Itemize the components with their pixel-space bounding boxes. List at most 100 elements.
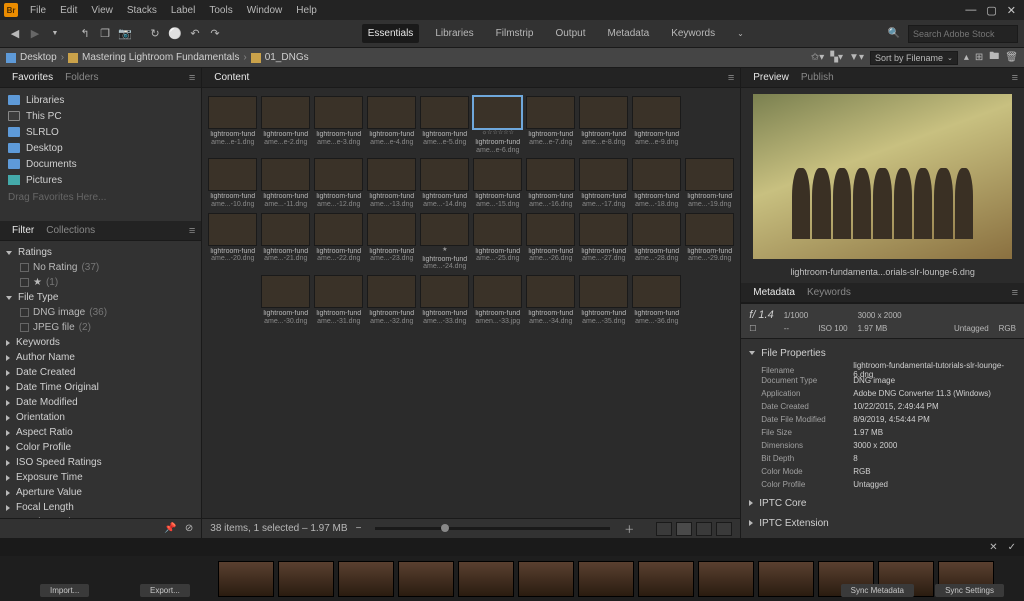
crumb-project[interactable]: Mastering Lightroom Fundamentals [82,52,239,63]
tab-collections[interactable]: Collections [40,223,101,238]
filter-recent-icon[interactable]: ▚▾ [830,52,843,63]
close-button[interactable]: ✕ [1007,4,1016,17]
tab-folders[interactable]: Folders [59,70,104,85]
thumbnail[interactable]: lightroom-fundame...-18.dng [632,158,681,208]
metadata-row[interactable]: Date Created10/22/2015, 2:49:44 PM [749,400,1016,413]
thumbnail[interactable]: lightroom-fundame...-14.dng [420,158,469,208]
favorite-item[interactable]: Libraries [6,92,195,108]
search-input[interactable] [908,25,1018,43]
thumbnail[interactable]: lightroom-fundame...-11.dng [261,158,310,208]
metadata-row[interactable]: File Size1.97 MB [749,426,1016,439]
thumbnail[interactable]: lightroom-fundamen...-33.jpg [473,275,522,325]
path-bar[interactable]: Desktop › Mastering Lightroom Fundamenta… [0,48,1024,68]
workspace-output[interactable]: Output [549,24,591,43]
thumbnail[interactable]: lightroom-fundame...-28.dng [632,213,681,271]
crumb-desktop[interactable]: Desktop [20,52,57,63]
filter-rating-icon[interactable]: ✩▾ [811,52,824,63]
filter-section-header[interactable]: Orientation [6,410,195,425]
sort-asc-icon[interactable]: ▴ [964,52,969,63]
filmstrip[interactable]: Import... Export... Sync Metadata Sync S… [0,556,1024,601]
thumbnail[interactable]: lightroom-fundame...e-9.dng [632,96,681,154]
filter-item[interactable]: JPEG file (2) [6,320,195,335]
thumbnail[interactable]: lightroom-fundame...-35.dng [579,275,628,325]
sync-settings-button[interactable]: Sync Settings [935,584,1004,597]
apply-icon[interactable]: ✓ [1008,542,1016,553]
thumbnail[interactable]: lightroom-fundame...-31.dng [314,275,363,325]
nav-back-button[interactable]: ◀ [6,25,24,43]
sort-dropdown[interactable]: Sort by Filename⌄ [870,51,958,65]
panel-menu-icon[interactable]: ≡ [189,72,195,84]
thumbnail[interactable]: lightroom-fundame...-34.dng [526,275,575,325]
filter-section-header[interactable]: Color Profile [6,440,195,455]
thumbnail[interactable]: lightroom-fundame...e-5.dng [420,96,469,154]
metadata-row[interactable]: Bit Depth8 [749,452,1016,465]
tab-favorites[interactable]: Favorites [6,70,59,85]
crumb-current[interactable]: 01_DNGs [265,52,309,63]
panel-menu-icon[interactable]: ≡ [1012,287,1018,299]
main-menu[interactable]: Br File Edit View Stacks Label Tools Win… [4,3,323,18]
export-button[interactable]: Export... [140,584,190,597]
favorite-item[interactable]: SLRLO [6,124,195,140]
metadata-section-header[interactable]: IPTC Extension [749,515,1016,531]
metadata-row[interactable]: Color ModeRGB [749,465,1016,478]
open-recent-icon[interactable]: 🖿 [989,49,999,66]
delete-icon[interactable]: 🗑 [1005,52,1018,63]
cancel-icon[interactable]: ✕ [989,542,997,553]
thumbnail[interactable]: lightroom-fundame...-16.dng [526,158,575,208]
thumbnail[interactable]: lightroom-fundame...-30.dng [261,275,310,325]
tab-keywords[interactable]: Keywords [801,285,857,300]
tab-metadata[interactable]: Metadata [747,285,801,300]
tab-content[interactable]: Content [208,70,255,85]
metadata-section-header[interactable]: File Properties [749,345,1016,361]
workspace-filmstrip[interactable]: Filmstrip [490,24,540,43]
thumbnail[interactable]: lightroom-fundame...-19.dng [685,158,734,208]
maximize-button[interactable]: ▢ [986,4,996,17]
favorite-item[interactable]: Pictures [6,172,195,188]
favorite-item[interactable]: This PC [6,108,195,124]
menu-view[interactable]: View [85,3,119,18]
menu-edit[interactable]: Edit [54,3,83,18]
thumbnail-size-slider[interactable] [375,527,610,530]
workspace-essentials[interactable]: Essentials [362,24,420,43]
menu-file[interactable]: File [24,3,52,18]
thumbnail[interactable]: ★lightroom-fundame...-24.dng [420,213,469,271]
import-button[interactable]: Import... [40,584,89,597]
panel-menu-icon[interactable]: ≡ [189,225,195,237]
metadata-section-header[interactable]: Camera Data (Exif) [749,535,1016,538]
filter-section-header[interactable]: Date Time Original [6,380,195,395]
metadata-row[interactable]: ApplicationAdobe DNG Converter 11.3 (Win… [749,387,1016,400]
parent-folder-button[interactable]: ↰ [76,25,94,43]
workspace-metadata[interactable]: Metadata [601,24,655,43]
minimize-button[interactable]: — [965,4,976,17]
thumbnail[interactable]: lightroom-fundame...-33.dng [420,275,469,325]
metadata-section-header[interactable]: IPTC Core [749,495,1016,511]
reveal-button[interactable]: ❐ [96,25,114,43]
thumbnail[interactable]: lightroom-fundame...-13.dng [367,158,416,208]
metadata-row[interactable]: Date File Modified8/9/2019, 4:54:44 PM [749,413,1016,426]
thumbnail[interactable]: lightroom-fundame...-17.dng [579,158,628,208]
thumbnail[interactable]: lightroom-fundame...e-8.dng [579,96,628,154]
thumbnail[interactable]: lightroom-fundame...e-7.dng [526,96,575,154]
thumbnail[interactable]: lightroom-fundame...-15.dng [473,158,522,208]
workspace-libraries[interactable]: Libraries [429,24,479,43]
favorite-item[interactable]: Desktop [6,140,195,156]
view-details-button[interactable] [696,522,712,536]
thumbnail[interactable]: lightroom-fundame...-22.dng [314,213,363,271]
search-icon[interactable]: 🔍 [888,28,900,39]
sync-metadata-button[interactable]: Sync Metadata [841,584,914,597]
menu-tools[interactable]: Tools [203,3,238,18]
lock-thumb-grid-button[interactable] [656,522,672,536]
view-list-button[interactable] [716,522,732,536]
filter-item[interactable]: ★ (1) [6,275,195,290]
menu-stacks[interactable]: Stacks [121,3,163,18]
nav-recent-dropdown[interactable]: ▼ [46,25,64,43]
open-camera-raw-button[interactable]: ⚪ [166,25,184,43]
thumbnail[interactable]: lightroom-fundame...-20.dng [208,213,257,271]
filter-section-header[interactable]: File Type [6,290,195,305]
nav-forward-button[interactable]: ▶ [26,25,44,43]
new-folder-icon[interactable]: ⊞ [975,52,983,63]
favorite-item[interactable]: Documents [6,156,195,172]
preview-image[interactable] [753,94,1012,259]
thumbnail[interactable]: lightroom-fundame...-10.dng [208,158,257,208]
camera-import-button[interactable]: 📷 [116,25,134,43]
